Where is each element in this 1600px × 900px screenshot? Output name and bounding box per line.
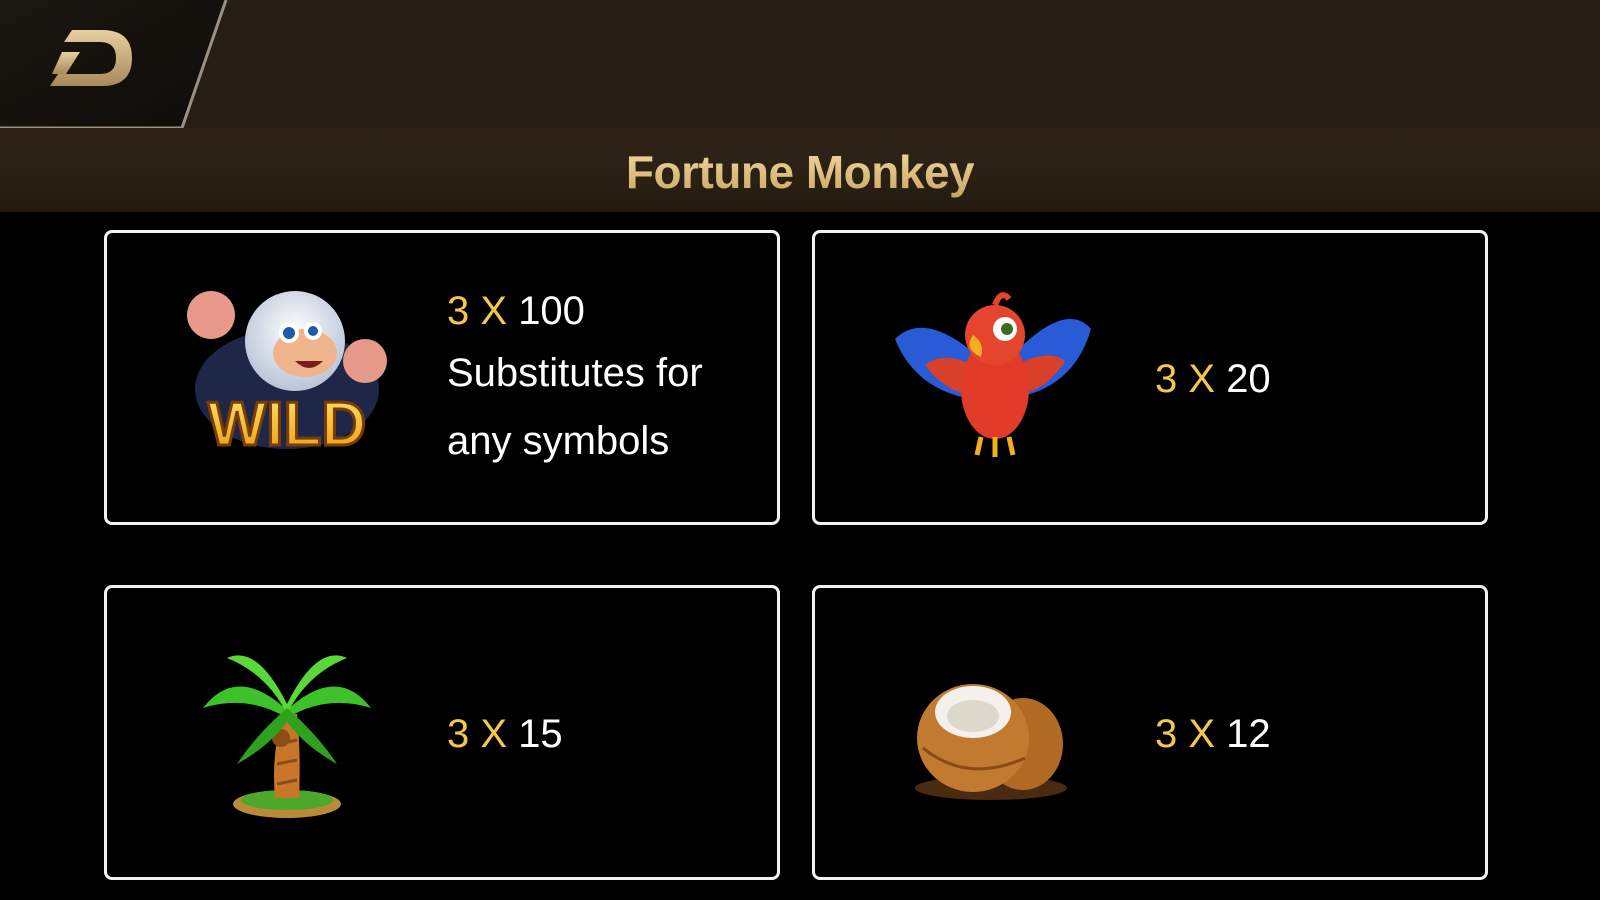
back-arrow-icon [0,0,228,130]
page-title: Fortune Monkey [625,146,975,198]
title-bar: Fortune Monkey [0,128,1600,212]
paytable-card-wild: WILD 3 X 100 Substitutes for any symbols [104,230,780,525]
paytable-card-parrot: 3 X 20 [812,230,1488,525]
back-button[interactable] [0,0,230,130]
payout-wild: 3 X 100 [447,289,585,333]
parrot-icon [885,269,1105,469]
wild-description-line1: Substitutes for [447,351,703,395]
payout-parrot: 3 X 20 [1155,357,1271,401]
wild-description: Substitutes for any symbols [447,339,703,475]
svg-text:WILD: WILD [208,390,366,459]
palm-tree-icon [197,634,377,824]
payout-coconut: 3 X 12 [1155,712,1271,756]
paytable-card-coconut: 3 X 12 [812,585,1488,880]
paytable-card-palm-tree: 3 X 15 [104,585,780,880]
top-bar [0,0,1600,132]
payout-palm-tree: 3 X 15 [447,712,563,756]
wild-monkey-icon: WILD [177,269,397,469]
wild-description-line2: any symbols [447,419,670,463]
coconut-icon [907,658,1077,808]
